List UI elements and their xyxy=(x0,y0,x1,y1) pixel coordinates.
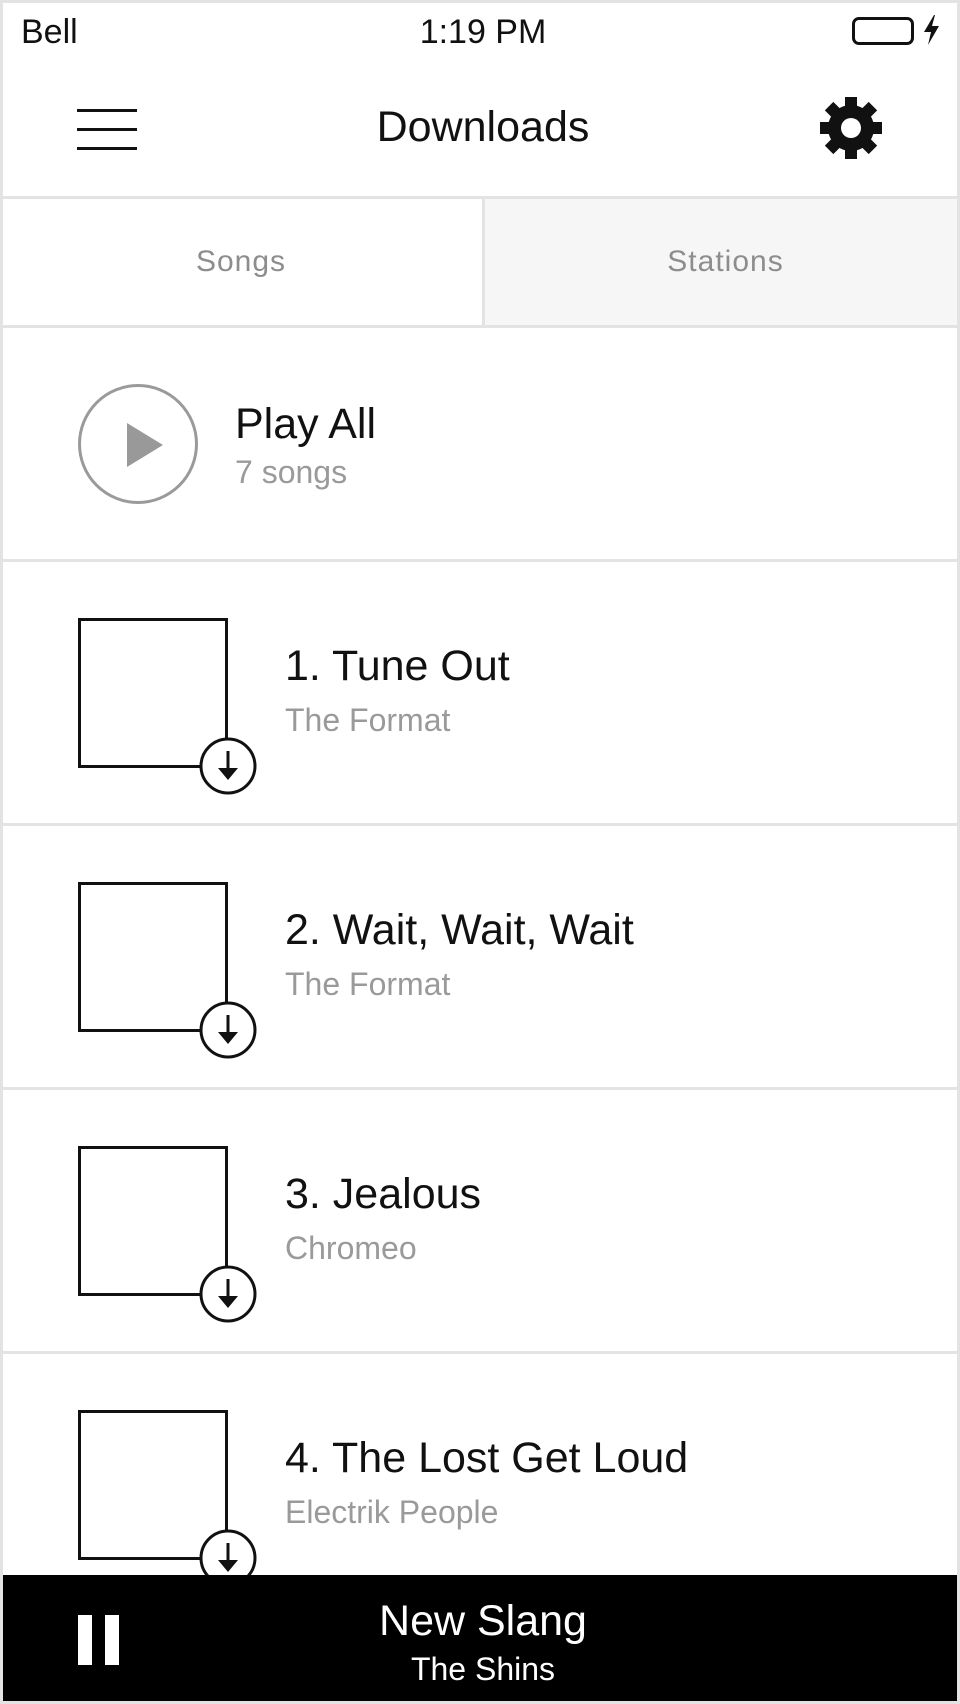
status-time: 1:19 PM xyxy=(419,13,547,51)
status-bar: Bell 1:19 PM xyxy=(3,3,957,63)
song-row[interactable]: 2. Wait, Wait, Wait The Format xyxy=(3,826,957,1090)
page-title: Downloads xyxy=(376,103,590,151)
play-icon xyxy=(127,423,163,467)
song-artist: Electrik People xyxy=(285,1494,499,1530)
download-icon[interactable] xyxy=(198,736,258,796)
song-title: 1. Tune Out xyxy=(285,642,510,690)
now-playing-bar[interactable]: New Slang The Shins xyxy=(3,1575,957,1701)
tab-stations[interactable]: Stations xyxy=(482,199,957,325)
app-screen: Bell 1:19 PM Downloads Songs Stations Pl… xyxy=(0,0,960,1704)
charging-bolt-icon xyxy=(924,15,939,45)
top-bar: Downloads xyxy=(3,63,957,199)
now-playing-title: New Slang xyxy=(379,1597,587,1645)
play-all-button[interactable] xyxy=(78,384,198,504)
song-title: 4. The Lost Get Loud xyxy=(285,1434,689,1482)
song-artist: The Format xyxy=(285,702,451,738)
song-row[interactable]: 3. Jealous Chromeo xyxy=(3,1090,957,1354)
tab-bar: Songs Stations xyxy=(3,199,957,328)
gear-icon xyxy=(820,97,882,159)
download-icon[interactable] xyxy=(198,1264,258,1324)
song-row[interactable]: 1. Tune Out The Format xyxy=(3,562,957,826)
song-title: 2. Wait, Wait, Wait xyxy=(285,906,634,954)
download-icon[interactable] xyxy=(198,1000,258,1060)
tab-songs[interactable]: Songs xyxy=(3,199,479,325)
song-artist: The Format xyxy=(285,966,451,1002)
battery-icon xyxy=(852,17,914,45)
song-count: 7 songs xyxy=(235,454,348,490)
song-artist: Chromeo xyxy=(285,1230,417,1266)
now-playing-artist: The Shins xyxy=(410,1651,556,1687)
settings-button[interactable] xyxy=(818,95,884,161)
song-title: 3. Jealous xyxy=(285,1170,482,1218)
play-all-row[interactable]: Play All 7 songs xyxy=(3,328,957,562)
play-all-label: Play All xyxy=(235,400,377,448)
